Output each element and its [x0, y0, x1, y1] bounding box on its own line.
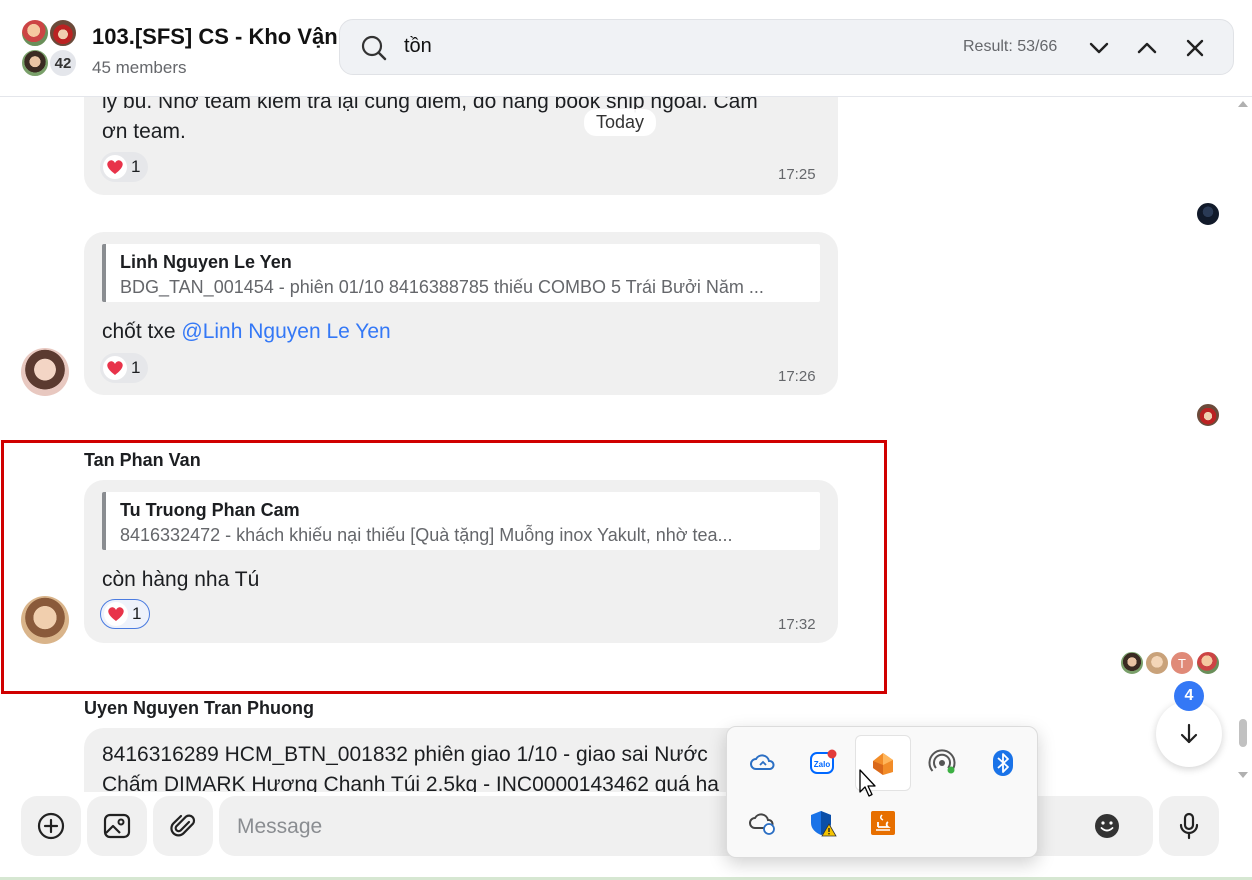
arrow-down-icon — [1180, 723, 1198, 744]
close-icon — [1186, 39, 1204, 57]
member-count[interactable]: 45 members — [92, 58, 186, 78]
quoted-sender: Linh Nguyen Le Yen — [120, 252, 292, 272]
chevron-up-icon — [1137, 42, 1157, 54]
member-avatar — [48, 18, 78, 48]
voice-message-button[interactable] — [1159, 796, 1219, 856]
member-avatar — [20, 48, 50, 78]
scrollbar-thumb[interactable] — [1239, 719, 1247, 747]
onedrive-cloud-icon[interactable] — [735, 735, 791, 791]
next-result-button[interactable] — [1085, 34, 1113, 62]
group-avatar[interactable]: 42 — [20, 18, 82, 80]
seen-avatar: T — [1170, 651, 1194, 675]
previous-result-button[interactable] — [1133, 34, 1161, 62]
sender-avatar[interactable] — [21, 348, 69, 396]
paperclip-icon — [170, 814, 196, 837]
security-warning-icon[interactable] — [795, 795, 851, 851]
seen-avatar — [1196, 202, 1220, 226]
microphone-icon — [1179, 812, 1199, 840]
message-body: chốt txe — [102, 320, 182, 343]
message-placeholder: Message — [237, 815, 323, 838]
highlighted-search-result — [1, 440, 887, 694]
scroll-down-arrow[interactable] — [1238, 772, 1248, 778]
heart-reaction[interactable]: 1 — [100, 152, 149, 182]
message-text: Chấm DIMARK Hương Chanh Túi 2.5kg - INC0… — [102, 773, 719, 792]
message-composer: Message — [0, 792, 1252, 880]
message-list[interactable]: ly bù. Nhờ team kiểm tra lại cùng điểm, … — [0, 97, 1252, 792]
reaction-count: 1 — [131, 358, 141, 377]
seen-avatar — [1145, 651, 1169, 675]
member-avatar — [20, 18, 50, 48]
java-icon[interactable] — [855, 795, 911, 851]
add-button[interactable] — [21, 796, 81, 856]
unread-count-badge: 4 — [1174, 681, 1204, 711]
chevron-down-icon — [1089, 42, 1109, 54]
group-title[interactable]: 103.[SFS] CS - Kho Vận — [92, 24, 338, 50]
heart-icon — [103, 356, 127, 380]
message-text: ly bù. Nhờ team kiểm tra lại cùng điểm, … — [102, 97, 758, 113]
heart-icon — [103, 155, 127, 179]
message-text: chốt txe @Linh Nguyen Le Yen — [102, 317, 391, 347]
member-count-badge: 42 — [48, 48, 78, 78]
attach-file-button[interactable] — [153, 796, 213, 856]
zalo-icon[interactable]: Zalo — [795, 735, 851, 791]
seen-avatar — [1196, 403, 1220, 427]
image-icon — [103, 813, 131, 839]
message-bubble[interactable]: ly bù. Nhờ team kiểm tra lại cùng điểm, … — [84, 97, 838, 195]
system-tray-overflow: Zalo — [726, 726, 1038, 858]
search-input[interactable]: tồn — [404, 35, 432, 58]
date-divider: Today — [584, 109, 657, 136]
message-bubble[interactable]: Linh Nguyen Le Yen BDG_TAN_001454 - phiê… — [84, 232, 838, 395]
seen-avatar — [1196, 651, 1220, 675]
close-search-button[interactable] — [1181, 34, 1209, 62]
chat-window: 42 103.[SFS] CS - Kho Vận 45 members tồn… — [0, 0, 1252, 880]
search-icon — [361, 35, 387, 61]
wireless-icon[interactable] — [915, 735, 971, 791]
quoted-message[interactable]: Linh Nguyen Le Yen BDG_TAN_001454 - phiê… — [102, 244, 820, 302]
mouse-pointer-icon — [859, 769, 876, 797]
message-time: 17:26 — [778, 368, 816, 385]
heart-reaction[interactable]: 1 — [100, 353, 149, 383]
seen-avatar — [1120, 651, 1144, 675]
message-time: 17:25 — [778, 166, 816, 183]
onedrive-sync-icon[interactable] — [735, 795, 791, 851]
chat-header: 42 103.[SFS] CS - Kho Vận 45 members tồn… — [0, 0, 1252, 97]
emoji-icon[interactable] — [1093, 812, 1121, 840]
message-search-bar[interactable]: tồn Result: 53/66 — [339, 19, 1234, 75]
mention-link[interactable]: @Linh Nguyen Le Yen — [181, 320, 390, 343]
message-bubble[interactable]: 8416316289 HCM_BTN_001832 phiên giao 1/1… — [84, 728, 838, 792]
scroll-up-arrow[interactable] — [1238, 101, 1248, 107]
image-button[interactable] — [87, 796, 147, 856]
search-result-count: Result: 53/66 — [963, 38, 1058, 55]
plus-circle-icon — [37, 812, 65, 840]
quoted-text: BDG_TAN_001454 - phiên 01/10 8416388785 … — [120, 277, 764, 297]
sender-name[interactable]: Uyen Nguyen Tran Phuong — [84, 698, 314, 719]
reaction-count: 1 — [131, 157, 141, 176]
bluetooth-icon[interactable] — [975, 735, 1031, 791]
svg-text:Zalo: Zalo — [814, 760, 831, 769]
message-text: ơn team. — [102, 120, 186, 143]
scrollbar[interactable] — [1236, 97, 1250, 792]
message-text: 8416316289 HCM_BTN_001832 phiên giao 1/1… — [102, 743, 708, 766]
